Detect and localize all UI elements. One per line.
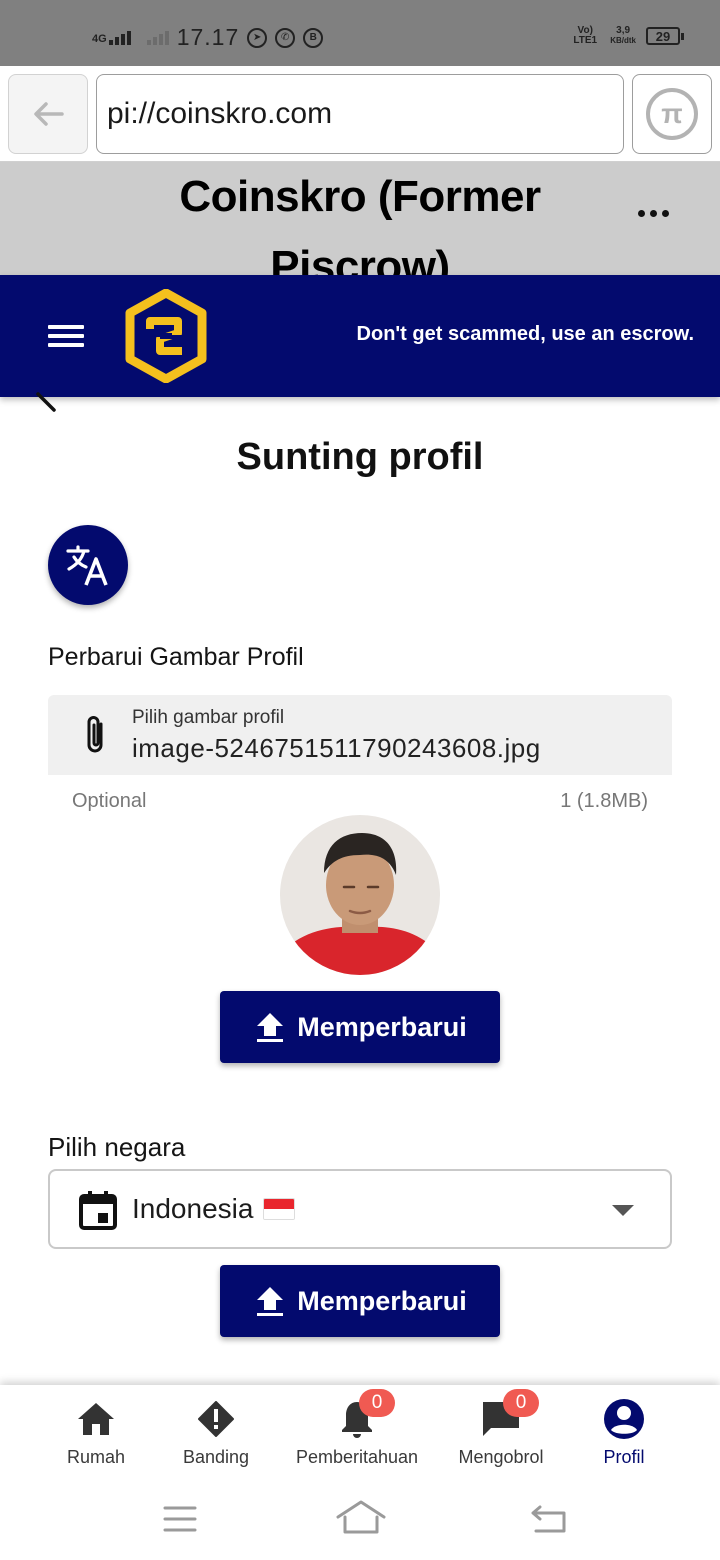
signal-bars-2-icon (146, 30, 169, 45)
pi-browser-button[interactable]: π (632, 74, 712, 154)
bottom-navigation: Rumah Banding 0 Pemberitahuan 0 Mengobro… (0, 1385, 720, 1485)
chat-badge: 0 (503, 1389, 539, 1417)
file-hint-optional: Optional (72, 790, 147, 812)
bell-icon: 0 (335, 1389, 395, 1441)
nav-item-profil[interactable]: Profil (584, 1385, 664, 1485)
speed-unit: KB/dtk (610, 36, 636, 45)
browser-back-button[interactable] (8, 74, 88, 154)
volte-indicator: Vo) LTE1 (573, 25, 598, 46)
nav-item-rumah[interactable]: Rumah (56, 1385, 136, 1485)
arrow-left-icon (34, 102, 64, 126)
app-header: Don't get scammed, use an escrow. (0, 275, 720, 397)
country-select-value: Indonesia (132, 1193, 296, 1225)
file-input-value: image-5246751511790243608.jpg (132, 733, 541, 763)
status-right: Vo) LTE1 3,9 KB/dtk 29 (570, 25, 684, 46)
home-nav-icon[interactable] (336, 1499, 386, 1535)
update-profile-image-button[interactable]: Memperbarui (220, 991, 500, 1063)
nav-item-pemberitahuan[interactable]: 0 Pemberitahuan (292, 1385, 422, 1485)
back-nav-icon[interactable] (530, 1503, 568, 1535)
status-bar: 4G 17.17 ➤ ✆ B Vo) LTE1 3,9 KB/dtk 29 (0, 0, 720, 66)
telegram-icon: ➤ (247, 27, 268, 48)
file-hint-size: 1 (1.8MB) (560, 790, 648, 812)
url-text: pi://coinskro.com (107, 97, 333, 130)
nav-label: Pemberitahuan (295, 1447, 419, 1467)
network-speed: 3,9 KB/dtk (610, 26, 636, 46)
update-button-label: Memperbarui (297, 1285, 467, 1316)
whatsapp-icon: ✆ (275, 27, 296, 48)
paperclip-icon (87, 716, 103, 753)
browser-toolbar: pi://coinskro.com π (0, 66, 720, 162)
battery-icon: 29 (646, 27, 684, 45)
account-icon (602, 1397, 646, 1441)
more-options-icon[interactable] (638, 210, 669, 217)
alert-icon (194, 1397, 238, 1441)
b-icon: B (303, 27, 324, 48)
nav-item-mengobrol[interactable]: 0 Mengobrol (452, 1385, 550, 1485)
app-title-banner: Coinskro (Former Piscrow) (0, 162, 720, 275)
upload-icon (257, 1287, 284, 1316)
upload-icon (257, 1013, 284, 1042)
clock: 17.17 (176, 24, 240, 50)
speed-value: 3,9 (616, 25, 631, 36)
chat-icon: 0 (479, 1389, 539, 1441)
translate-icon (66, 545, 108, 586)
header-tagline: Don't get scammed, use an escrow. (356, 323, 694, 345)
dropdown-caret-icon (612, 1205, 634, 1216)
profile-image-heading: Perbarui Gambar Profil (48, 643, 304, 671)
country-select[interactable]: Indonesia (48, 1169, 672, 1249)
app-title: Coinskro (Former Piscrow) (179, 172, 541, 275)
home-icon (74, 1397, 118, 1441)
cellular-signal: 4G (92, 30, 131, 45)
network-type: 4G (92, 32, 107, 45)
status-left: 4G 17.17 ➤ ✆ B (92, 24, 324, 51)
nav-label: Mengobrol (458, 1447, 544, 1467)
update-country-button[interactable]: Memperbarui (220, 1265, 500, 1337)
translate-button[interactable] (48, 525, 128, 605)
coinskro-logo[interactable] (124, 289, 208, 383)
nav-label: Rumah (66, 1447, 126, 1467)
country-name: Indonesia (132, 1193, 254, 1224)
update-button-label: Memperbarui (297, 1011, 467, 1042)
calendar-icon (79, 1191, 117, 1230)
url-bar[interactable]: pi://coinskro.com (96, 74, 624, 154)
avatar (280, 815, 440, 975)
chevron-back-icon[interactable] (36, 392, 56, 412)
page-title: Sunting profil (236, 436, 484, 478)
pi-logo-icon: π (646, 88, 698, 140)
notification-badge: 0 (359, 1389, 395, 1417)
nav-item-banding[interactable]: Banding (170, 1385, 262, 1485)
nav-label: Banding (182, 1447, 250, 1467)
signal-bars-icon (108, 30, 131, 45)
nav-label: Profil (603, 1447, 645, 1467)
system-navigation-bar (0, 1485, 720, 1560)
menu-icon[interactable] (48, 325, 84, 347)
profile-image-file-input[interactable]: Pilih gambar profil image-52467515117902… (48, 695, 672, 775)
recent-apps-icon[interactable] (163, 1505, 197, 1533)
indonesia-flag-icon (263, 1198, 296, 1220)
file-input-label: Pilih gambar profil (132, 707, 285, 728)
country-heading: Pilih negara (48, 1132, 186, 1162)
